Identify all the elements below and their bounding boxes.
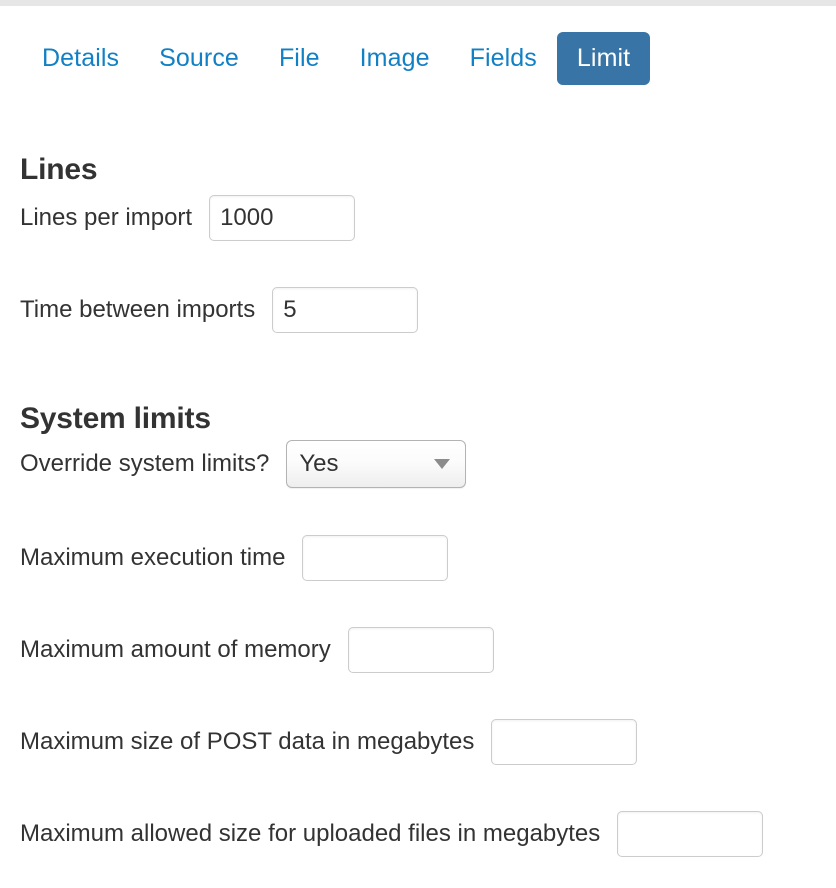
label-max-amount-of-memory: Maximum amount of memory [20, 636, 331, 663]
tab-image[interactable]: Image [340, 32, 450, 85]
section-heading-system-limits: System limits [20, 401, 211, 435]
tab-source[interactable]: Source [139, 32, 259, 85]
field-row-time-between-imports: Time between imports [20, 287, 419, 333]
label-time-between-imports: Time between imports [20, 296, 256, 323]
input-time-between-imports[interactable] [272, 287, 419, 333]
input-max-amount-of-memory[interactable] [347, 627, 494, 673]
field-row-max-execution-time: Maximum execution time [20, 535, 449, 581]
label-max-execution-time: Maximum execution time [20, 544, 286, 571]
label-max-post-size: Maximum size of POST data in megabytes [20, 728, 475, 755]
label-lines-per-import: Lines per import [20, 204, 193, 231]
tab-file[interactable]: File [259, 32, 340, 85]
select-override-system-limits[interactable]: Yes [286, 440, 467, 488]
field-row-override-system-limits: Override system limits? Yes [20, 440, 467, 488]
field-row-lines-per-import: Lines per import [20, 195, 356, 241]
tab-fields[interactable]: Fields [450, 32, 557, 85]
input-max-execution-time[interactable] [302, 535, 449, 581]
select-wrapper-override-system-limits: Yes [286, 440, 467, 488]
top-divider [0, 0, 836, 6]
input-lines-per-import[interactable] [209, 195, 356, 241]
field-row-max-upload-size: Maximum allowed size for uploaded files … [20, 811, 764, 857]
section-heading-lines: Lines [20, 152, 98, 186]
select-value-override-system-limits: Yes [299, 450, 339, 477]
label-override-system-limits: Override system limits? [20, 450, 270, 477]
label-max-upload-size: Maximum allowed size for uploaded files … [20, 820, 601, 847]
field-row-max-post-size: Maximum size of POST data in megabytes [20, 719, 638, 765]
tab-bar: Details Source File Image Fields Limit [0, 28, 836, 88]
tab-details[interactable]: Details [22, 32, 139, 85]
input-max-upload-size[interactable] [617, 811, 764, 857]
tab-limit[interactable]: Limit [556, 31, 651, 85]
field-row-max-amount-of-memory: Maximum amount of memory [20, 627, 494, 673]
input-max-post-size[interactable] [491, 719, 638, 765]
